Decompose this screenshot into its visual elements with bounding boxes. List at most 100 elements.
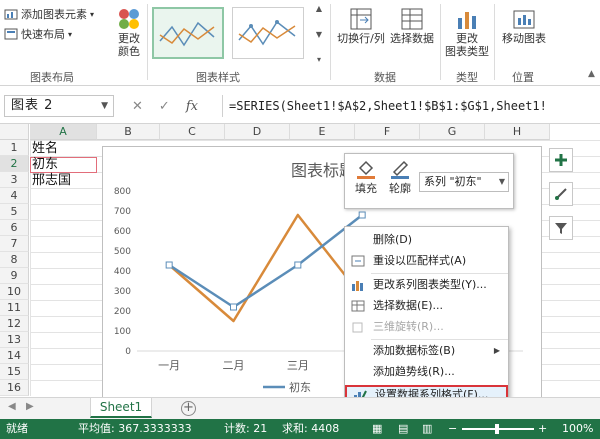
- formula-buttons: ✕ ✓ fx: [122, 95, 222, 117]
- outline-button[interactable]: 轮廓: [385, 158, 415, 196]
- normal-view-icon[interactable]: ▦: [372, 419, 382, 439]
- y-tick-label: 300: [114, 287, 131, 297]
- move-chart-icon: [513, 10, 535, 29]
- row-header-6[interactable]: 6: [0, 220, 29, 236]
- dropdown-arrow-icon[interactable]: ▼: [101, 96, 109, 116]
- collapse-ribbon-icon[interactable]: ▲: [588, 69, 595, 79]
- scroll-down-icon[interactable]: ▼: [316, 30, 322, 39]
- legend-label: 初东: [289, 380, 311, 394]
- status-bar: 就绪 平均值: 367.3333333 计数: 21 求和: 4408 ▦ ▤ …: [0, 419, 600, 439]
- zoom-slider-thumb[interactable]: [495, 424, 499, 434]
- menu-item-select-data[interactable]: 选择数据(E)...: [345, 296, 508, 316]
- change-chart-type-button[interactable]: 更改 图表类型: [444, 6, 490, 58]
- sheet-tab-sheet1[interactable]: Sheet1: [90, 398, 152, 418]
- chart-styles-button[interactable]: [549, 182, 573, 206]
- switch-row-column-button[interactable]: 切换行/列: [336, 6, 386, 45]
- row-header-16[interactable]: 16: [0, 380, 29, 396]
- series-1-point-handle: [230, 303, 237, 311]
- y-tick-label: 400: [114, 267, 131, 277]
- series-1-point-handle: [165, 261, 173, 269]
- plus-icon: [555, 154, 567, 166]
- status-average: 平均值: 367.3333333: [78, 422, 192, 435]
- scroll-up-icon[interactable]: ▲: [316, 4, 322, 13]
- column-header-c[interactable]: C: [160, 124, 225, 140]
- row-header-15[interactable]: 15: [0, 364, 29, 380]
- palette-icon: [119, 9, 139, 29]
- menu-item-delete[interactable]: 删除(D): [345, 230, 508, 250]
- column-header-d[interactable]: D: [225, 124, 290, 140]
- menu-item-reset-style[interactable]: 重设以匹配样式(A): [345, 251, 508, 271]
- y-tick-label: 200: [114, 307, 131, 317]
- row-header-2[interactable]: 2: [0, 156, 29, 172]
- row-header-11[interactable]: 11: [0, 300, 29, 316]
- page-break-icon[interactable]: ▥: [422, 419, 432, 439]
- paint-bucket-icon: [357, 160, 375, 179]
- menu-item-change-series-type[interactable]: 更改系列图表类型(Y)...: [345, 275, 508, 295]
- row-header-7[interactable]: 7: [0, 236, 29, 252]
- row-header-1[interactable]: 1: [0, 140, 29, 156]
- row-header-13[interactable]: 13: [0, 332, 29, 348]
- submenu-arrow-icon: ▶: [493, 346, 500, 355]
- gallery-more-icon[interactable]: ▾: [317, 55, 321, 64]
- page-layout-icon[interactable]: ▤: [398, 419, 408, 439]
- chart-style-thumbnail-1[interactable]: [152, 7, 224, 59]
- cell-a2[interactable]: 初东: [32, 157, 58, 173]
- column-header-e[interactable]: E: [290, 124, 355, 140]
- style-gallery-scroll[interactable]: ▲ ▼ ▾: [313, 4, 325, 64]
- reset-icon: [351, 255, 365, 267]
- chart-filters-button[interactable]: [549, 216, 573, 240]
- group-label-chart-styles: 图表样式: [196, 71, 240, 84]
- series-line-2: [168, 213, 364, 323]
- column-header-f[interactable]: F: [355, 124, 420, 140]
- y-tick-label: 0: [125, 347, 131, 357]
- column-header-b[interactable]: B: [97, 124, 160, 140]
- cell-a1[interactable]: 姓名: [32, 141, 58, 157]
- cell-a3[interactable]: 邢志国: [32, 173, 71, 189]
- column-header-h[interactable]: H: [485, 124, 550, 140]
- series-selector[interactable]: 系列 "初东" ▼: [419, 172, 509, 192]
- prev-sheet-icon[interactable]: ◀: [8, 401, 16, 412]
- row-header-8[interactable]: 8: [0, 252, 29, 268]
- row-header-3[interactable]: 3: [0, 172, 29, 188]
- next-sheet-icon[interactable]: ▶: [26, 401, 34, 412]
- add-sheet-button[interactable]: +: [181, 401, 196, 416]
- quick-layout-button[interactable]: 快速布局 ▾: [4, 25, 72, 43]
- pen-icon: [391, 160, 409, 179]
- formula-input[interactable]: =SERIES(Sheet1!$A$2,Sheet1!$B$1:$G$1,She…: [222, 95, 600, 117]
- menu-item-3d-rotation[interactable]: 三维旋转(R)...: [345, 317, 508, 337]
- name-box[interactable]: 图表 2 ▼: [4, 95, 114, 117]
- column-header-a[interactable]: A: [30, 124, 97, 140]
- zoom-out-icon[interactable]: −: [448, 419, 457, 439]
- x-tick-label: 三月: [287, 359, 309, 372]
- select-data-button[interactable]: 选择数据: [388, 6, 436, 45]
- ribbon: 添加图表元素 ▾ 快速布局 ▾ 更改 颜色 图表布局 ▲ ▼ ▾ 图表样式 切换…: [0, 0, 600, 86]
- add-chart-element-button[interactable]: 添加图表元素 ▾: [4, 5, 94, 23]
- fill-button[interactable]: 填充: [351, 158, 381, 196]
- row-header-5[interactable]: 5: [0, 204, 29, 220]
- row-header-10[interactable]: 10: [0, 284, 29, 300]
- filter-icon: [555, 223, 567, 234]
- menu-item-add-trendline[interactable]: 添加趋势线(R)...: [345, 362, 508, 382]
- confirm-icon[interactable]: ✓: [159, 99, 170, 114]
- cancel-icon[interactable]: ✕: [132, 99, 143, 114]
- select-all-corner[interactable]: [0, 124, 29, 140]
- chart-style-thumbnail-2[interactable]: [232, 7, 304, 59]
- column-header-g[interactable]: G: [420, 124, 485, 140]
- dropdown-arrow-icon[interactable]: ▼: [499, 173, 505, 191]
- row-header-12[interactable]: 12: [0, 316, 29, 332]
- chart-elements-button[interactable]: [549, 148, 573, 172]
- zoom-in-icon[interactable]: +: [538, 419, 547, 439]
- y-tick-label: 100: [114, 327, 131, 337]
- format-mini-toolbar: 填充 轮廓 系列 "初东" ▼: [344, 153, 514, 209]
- move-chart-button[interactable]: 移动图表: [498, 6, 550, 45]
- row-header-9[interactable]: 9: [0, 268, 29, 284]
- menu-item-add-data-labels[interactable]: 添加数据标签(B) ▶: [345, 341, 508, 361]
- series-1-point-handle: [294, 261, 302, 269]
- insert-function-button[interactable]: fx: [186, 99, 198, 114]
- row-header-14[interactable]: 14: [0, 348, 29, 364]
- menu-separator: [371, 339, 508, 340]
- change-colors-button[interactable]: 更改 颜色: [112, 6, 146, 58]
- row-header-4[interactable]: 4: [0, 188, 29, 204]
- zoom-level[interactable]: 100%: [562, 419, 593, 439]
- chart-element-icon: [4, 8, 18, 20]
